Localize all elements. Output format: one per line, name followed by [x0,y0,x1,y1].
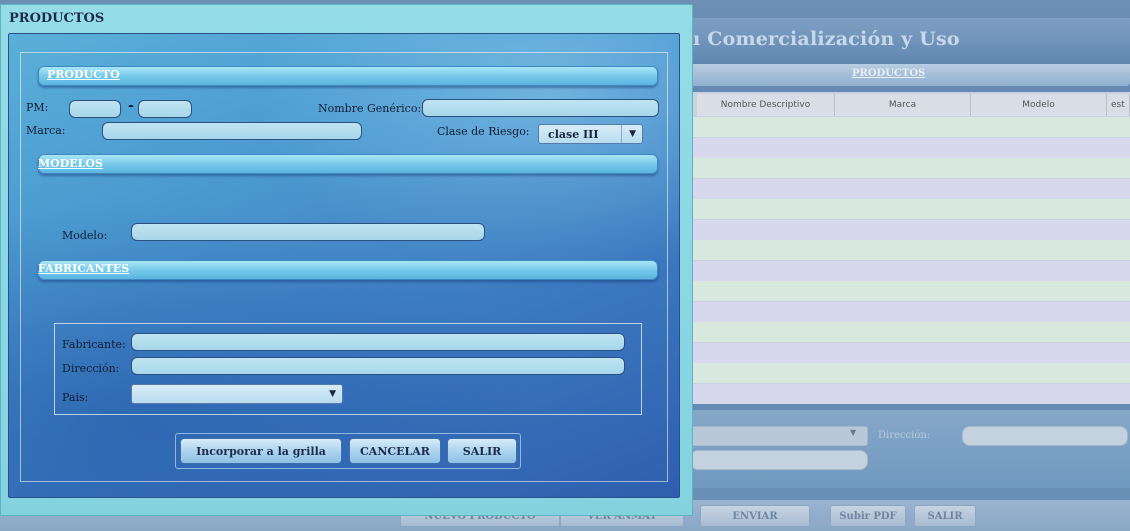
grid-row[interactable] [690,281,1130,301]
background-products-label: PRODUCTOS [852,68,926,79]
grid-row[interactable] [690,117,1130,137]
grid-header-estado[interactable]: est [1107,94,1130,116]
chevron-down-icon: ▼ [850,428,857,437]
grid-row[interactable] [690,178,1130,199]
section-modelos-label[interactable]: MODELOS [38,157,103,170]
pm-label: PM: [26,101,49,114]
pm-part1-input[interactable] [69,100,121,118]
pm-separator: - [128,98,134,114]
salir-button[interactable]: SALIR [447,438,517,464]
marca-input[interactable] [102,122,362,140]
modelo-input[interactable] [131,223,485,241]
background-title: ı Comercialización y Uso [693,28,960,50]
grid-row[interactable] [690,383,1130,404]
subir-pdf-button[interactable]: Subir PDF [830,505,906,527]
background-direccion-label: Dirección: [878,430,931,441]
direccion-input[interactable] [131,357,625,375]
nombre-generico-label: Nombre Genérico: [318,102,422,115]
grid-header-marca[interactable]: Marca [835,94,971,116]
direccion-label: Dirección: [62,362,120,375]
dialog-title: PRODUCTOS [9,11,105,26]
chevron-down-icon: ▼ [629,129,636,139]
marca-label: Marca: [26,124,66,137]
grid-row[interactable] [690,301,1130,322]
background-input[interactable] [690,450,868,470]
enviar-button[interactable]: ENVIAR [700,505,810,527]
grid-row[interactable] [690,199,1130,219]
grid-row[interactable] [690,322,1130,342]
section-modelos-bar [38,154,658,174]
chevron-down-icon: ▼ [329,389,336,399]
grid-header-nombre-descriptivo[interactable]: Nombre Descriptivo [697,94,835,116]
background-direccion-input[interactable] [962,426,1128,446]
incorporar-grilla-button[interactable]: Incorporar a la grilla [180,438,342,464]
cancelar-button[interactable]: CANCELAR [349,438,441,464]
clase-riesgo-value: clase III [548,128,599,141]
background-bottom-panel [690,410,1130,488]
section-fabricantes-label[interactable]: FABRICANTES [38,262,129,275]
grid-row[interactable] [690,158,1130,178]
grid-row[interactable] [690,342,1130,363]
clase-riesgo-select[interactable]: clase III ▼ [538,124,643,144]
background-pais-select[interactable] [690,426,868,446]
pais-label: Pais: [62,391,89,404]
grid-row[interactable] [690,363,1130,383]
section-producto-bar [38,66,658,86]
section-fabricantes-bar [38,260,658,280]
pm-part2-input[interactable] [138,100,192,118]
background-salir-button[interactable]: SALIR [914,505,976,527]
modelo-label: Modelo: [62,229,108,242]
clase-riesgo-label: Clase de Riesgo: [437,125,530,138]
grid-row[interactable] [690,219,1130,240]
grid-row[interactable] [690,137,1130,158]
pais-select[interactable]: ▼ [131,384,343,404]
section-producto-label[interactable]: PRODUCTO [47,68,120,81]
grid-row[interactable] [690,240,1130,260]
nombre-generico-input[interactable] [422,99,659,117]
fabricante-label: Fabricante: [62,338,126,351]
grid-row[interactable] [690,260,1130,281]
fabricante-input[interactable] [131,333,625,351]
grid-header-modelo[interactable]: Modelo [971,94,1107,116]
